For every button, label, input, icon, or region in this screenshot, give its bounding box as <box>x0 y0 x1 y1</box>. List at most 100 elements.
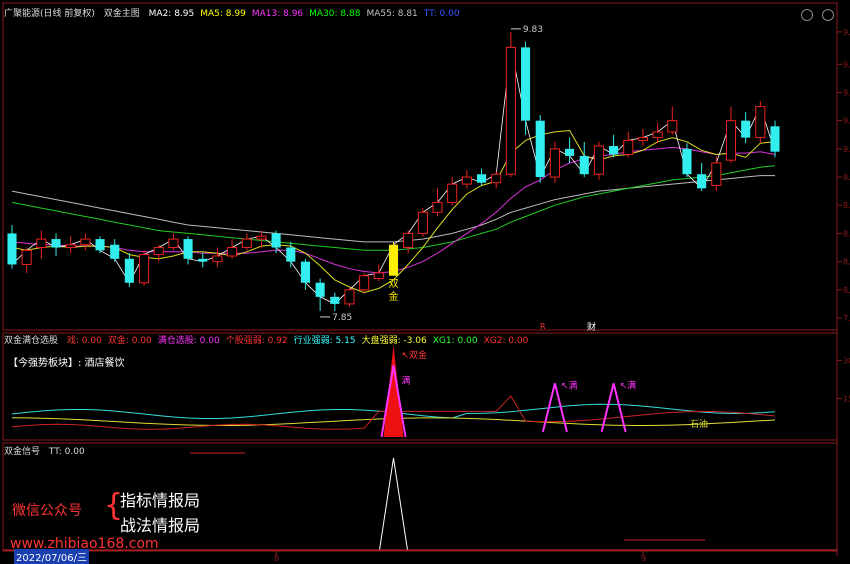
candle-body <box>373 272 384 280</box>
candle-body <box>725 120 737 161</box>
candle-body <box>741 120 751 138</box>
candle-body <box>505 46 516 175</box>
candle-body <box>80 238 91 246</box>
candle-body <box>227 247 238 257</box>
indicator-name[interactable]: 双金主图 <box>104 9 140 19</box>
ma55-line <box>11 175 775 243</box>
candle-body <box>344 289 355 305</box>
candle-body <box>432 201 443 213</box>
candle-body <box>755 106 766 139</box>
man-label-0: 满 <box>402 375 411 386</box>
mid-tick-label: 30 <box>843 356 850 365</box>
ma30-line <box>11 165 776 251</box>
stock-chart-svg: 9.83 9.60 9.40 9.20 9.00 8.80 8.60 8.40 8.20 8.00… <box>2 2 850 562</box>
candle-body <box>682 148 692 175</box>
high-label: 9.83 <box>523 25 543 35</box>
candle-body <box>110 244 120 259</box>
y-tick-label: 8.80 <box>843 173 850 182</box>
candle-body <box>330 296 340 304</box>
y-tick-label: 9.60 <box>843 60 850 69</box>
shiyou-label: 石油 <box>690 418 708 430</box>
signal-spike <box>379 457 408 551</box>
candle-body <box>491 173 502 184</box>
mid-legend-5: 大盘强弱: -3.06 <box>361 336 427 346</box>
candle-body <box>593 145 604 175</box>
candle-body <box>447 183 458 203</box>
sector-label: 【今强势板块】: 酒店餐饮 <box>8 358 125 369</box>
candle-body <box>667 120 678 133</box>
man-label-2: ↖满 <box>620 380 637 391</box>
candle-body <box>388 244 399 276</box>
diamond-menu-icon[interactable] <box>822 9 834 21</box>
month-tick-label: 9 <box>641 554 646 562</box>
candle-body <box>36 238 47 249</box>
candle-body <box>51 239 61 248</box>
ma-legend-0: MA2: 8.95 <box>148 9 195 19</box>
settings-circle-icon[interactable] <box>801 9 813 21</box>
y-tick-label: 8.00 <box>843 286 850 295</box>
candle-body <box>65 244 76 249</box>
wechat-label: 微信公众号 <box>12 503 82 519</box>
bottom-tt: TT: 0.00 <box>48 447 85 457</box>
candle-body <box>21 249 32 265</box>
candle-body <box>124 258 134 283</box>
y-tick-label: 7.80 <box>843 314 850 323</box>
ma-legend-1: MA5: 8.99 <box>200 9 246 19</box>
candle-body <box>241 238 252 249</box>
candle-body <box>256 235 267 240</box>
main-header: 广聚能源(日线 前复权) 双金主图 MA2: 8.95 MA5: 8.99 MA13… <box>4 7 472 22</box>
candle-body <box>403 232 414 249</box>
candle-body <box>417 211 428 234</box>
ma-legend-3: MA30: 8.88 <box>309 9 361 19</box>
candle-body <box>212 255 223 263</box>
signal-label-bottom: 金 <box>389 290 399 303</box>
candle-body <box>623 139 634 155</box>
candle-body <box>286 247 296 262</box>
y-tick-label: 8.60 <box>843 201 850 210</box>
r-marker: R <box>540 322 546 331</box>
candle-body <box>652 131 663 139</box>
candle-body <box>271 233 281 248</box>
candle-body <box>95 239 105 251</box>
y-tick-label: 9.20 <box>843 117 850 126</box>
candle-body <box>300 261 311 283</box>
candle-body <box>139 254 150 284</box>
candle-body <box>535 120 545 178</box>
mid-legend-6: XG1: 0.00 <box>432 336 478 346</box>
y-tick-label: 9.40 <box>843 88 850 97</box>
candle-body <box>7 233 17 265</box>
shuangjin-spike <box>383 345 404 437</box>
candle-body <box>359 275 370 291</box>
candle-body <box>476 174 487 183</box>
mid-tick-label: 15 <box>843 395 850 404</box>
mid-title[interactable]: 双金满仓选股 <box>4 336 58 346</box>
candle-body <box>198 258 208 262</box>
month-tick-label: 8 <box>274 554 279 562</box>
signal-label-top: 双 <box>389 278 399 290</box>
mid-legend-1: 双金: 0.00 <box>107 336 152 346</box>
candle-body <box>549 148 560 178</box>
y-tick-label: 9.83 <box>843 28 850 37</box>
stock-title[interactable]: 广聚能源(日线 前复权) <box>4 9 95 19</box>
candle-body <box>637 137 648 141</box>
candle-body <box>183 239 193 259</box>
cai-marker: 财 <box>587 321 596 333</box>
candle-body <box>153 247 164 256</box>
bottom-header: 双金信号 TT: 0.00 <box>4 445 91 460</box>
mid-header: 双金满仓选股 戏: 0.00 双金: 0.00 满仓选股: 0.00 个股强弱: 0.… <box>4 334 540 349</box>
mid-legend-4: 行业强弱: 5.15 <box>293 336 356 346</box>
ma-legend-5: TT: 0.00 <box>423 9 460 19</box>
bottom-title[interactable]: 双金信号 <box>4 447 40 457</box>
mid-legend-0: 戏: 0.00 <box>66 336 102 346</box>
mid-legend-2: 满仓选股: 0.00 <box>157 336 220 346</box>
candle-body <box>711 162 722 187</box>
y-tick-label: 9.00 <box>843 145 850 154</box>
candle-body <box>697 174 707 189</box>
ma-legend-4: MA55: 8.81 <box>366 9 418 19</box>
mid-legend-7: XG2: 0.00 <box>483 336 529 346</box>
candle-body <box>461 176 472 185</box>
brand2-label: 战法情报局 <box>120 516 201 535</box>
candle-body <box>770 126 780 152</box>
candle-body <box>579 155 589 175</box>
candle-body <box>521 47 531 121</box>
